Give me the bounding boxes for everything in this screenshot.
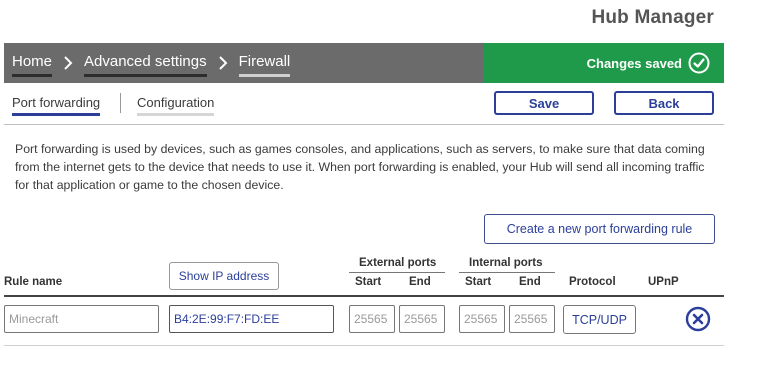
- breadcrumb-firewall: Firewall: [238, 53, 291, 77]
- header-internal-start: Start: [465, 276, 492, 288]
- breadcrumb-home[interactable]: Home: [12, 53, 53, 77]
- device-mac-input[interactable]: [169, 305, 334, 333]
- tab-port-forwarding[interactable]: Port forwarding: [12, 95, 101, 116]
- internal-start-port-input[interactable]: [459, 305, 505, 333]
- header-rule-name: Rule name: [4, 276, 63, 288]
- breadcrumb-advanced-settings[interactable]: Advanced settings: [84, 53, 207, 77]
- table-bottom-divider: [4, 345, 724, 346]
- external-start-port-input[interactable]: [349, 305, 395, 333]
- header-external-ports: External ports: [359, 257, 437, 269]
- breadcrumb-bar: Home Advanced settings Firewall Changes …: [4, 43, 724, 83]
- internal-end-port-input[interactable]: [509, 305, 555, 333]
- show-ip-address-button[interactable]: Show IP address: [169, 262, 279, 290]
- internal-ports-divider: [459, 272, 555, 273]
- header-protocol: Protocol: [569, 276, 616, 288]
- chevron-right-icon: [211, 55, 235, 71]
- header-external-start: Start: [355, 276, 382, 288]
- header-internal-ports: Internal ports: [469, 257, 543, 269]
- remove-circle-icon[interactable]: [685, 306, 711, 332]
- create-port-forwarding-rule-button[interactable]: Create a new port forwarding rule: [484, 214, 715, 244]
- save-button[interactable]: Save: [494, 91, 594, 115]
- tab-configuration[interactable]: Configuration: [137, 95, 215, 116]
- back-button[interactable]: Back: [614, 91, 714, 115]
- check-circle-icon: [688, 52, 710, 74]
- rule-name-input[interactable]: [4, 305, 159, 333]
- tab-divider: [120, 93, 121, 113]
- protocol-select-button[interactable]: TCP/UDP: [563, 305, 636, 334]
- header-upnp: UPnP: [648, 276, 679, 288]
- chevron-right-icon: [56, 55, 80, 71]
- app-title: Hub Manager: [591, 7, 714, 28]
- external-end-port-input[interactable]: [399, 305, 445, 333]
- sub-toolbar: Port forwarding Configuration Save Back: [4, 83, 724, 125]
- table-header-divider: [4, 295, 724, 297]
- changes-saved-banner: Changes saved: [484, 43, 724, 83]
- port-forwarding-description: Port forwarding is used by devices, such…: [15, 142, 705, 192]
- header-external-end: End: [409, 276, 431, 288]
- header-internal-end: End: [519, 276, 541, 288]
- external-ports-divider: [349, 272, 445, 273]
- breadcrumb: Home Advanced settings Firewall: [12, 43, 291, 83]
- changes-saved-label: Changes saved: [586, 55, 682, 71]
